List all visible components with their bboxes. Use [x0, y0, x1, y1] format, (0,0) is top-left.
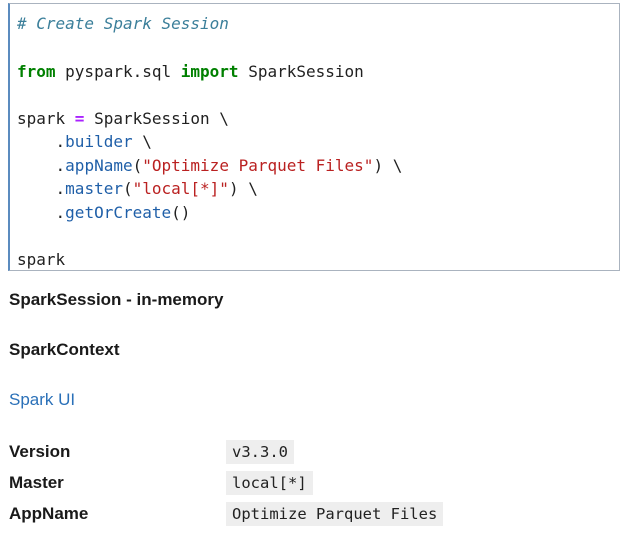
code-token-plain: pyspark.sql [55, 62, 181, 81]
code-line: .builder \ [17, 131, 152, 153]
code-token-plain: ) \ [228, 179, 258, 198]
code-token-plain: . [17, 156, 66, 175]
info-value: v3.3.0 [226, 439, 294, 464]
code-token-attr: master [65, 179, 123, 198]
code-token-plain: ) \ [373, 156, 403, 175]
code-line: spark [17, 249, 65, 271]
info-row-appname: AppName Optimize Parquet Files [9, 498, 444, 529]
info-row-version: Version v3.3.0 [9, 436, 443, 467]
info-row-master: Master local[*] [9, 467, 443, 498]
code-token-plain: () [171, 203, 191, 222]
code-line: .master("local[*]") \ [17, 178, 258, 200]
code-line: from pyspark.sql import SparkSession [17, 61, 364, 83]
code-token-plain: spark [17, 250, 66, 269]
code-token-plain: . [17, 203, 66, 222]
code-cell[interactable]: # Create Spark Session from pyspark.sql i… [8, 3, 620, 271]
info-key: Version [9, 441, 71, 461]
code-token-str: "Optimize Parquet Files" [142, 156, 374, 175]
code-token-attr: getOrCreate [65, 203, 172, 222]
code-line: # Create Spark Session [17, 13, 229, 35]
code-token-plain: spark [17, 109, 75, 128]
code-token-plain: \ [132, 132, 152, 151]
code-token-attr: appName [65, 156, 133, 175]
code-token-kw: import [180, 62, 239, 81]
code-token-kw: from [17, 62, 56, 81]
info-key: AppName [9, 503, 89, 523]
code-token-plain: ( [132, 156, 143, 175]
code-token-attr: builder [65, 132, 133, 151]
code-token-str: "local[*]" [132, 179, 229, 198]
code-token-plain: . [17, 179, 66, 198]
code-token-plain: ( [122, 179, 133, 198]
code-token-plain: SparkSession [238, 62, 364, 81]
code-token-plain: . [17, 132, 66, 151]
code-token-plain: SparkSession \ [84, 109, 229, 128]
info-key: Master [9, 472, 64, 492]
spark-ui-link[interactable]: Spark UI [9, 389, 75, 411]
spark-session-heading: SparkSession - in-memory [9, 290, 224, 309]
code-token-op: = [74, 109, 85, 128]
code-line: .getOrCreate() [17, 202, 191, 224]
info-value: Optimize Parquet Files [226, 501, 444, 526]
spark-info-table: Version v3.3.0 Master local[*] AppName O… [9, 436, 444, 529]
code-line: .appName("Optimize Parquet Files") \ [17, 155, 403, 177]
spark-context-heading: SparkContext [9, 340, 120, 359]
code-line: spark = SparkSession \ [17, 108, 229, 130]
info-value: local[*] [226, 470, 313, 495]
code-token-comment: # Create Spark Session [17, 14, 229, 33]
